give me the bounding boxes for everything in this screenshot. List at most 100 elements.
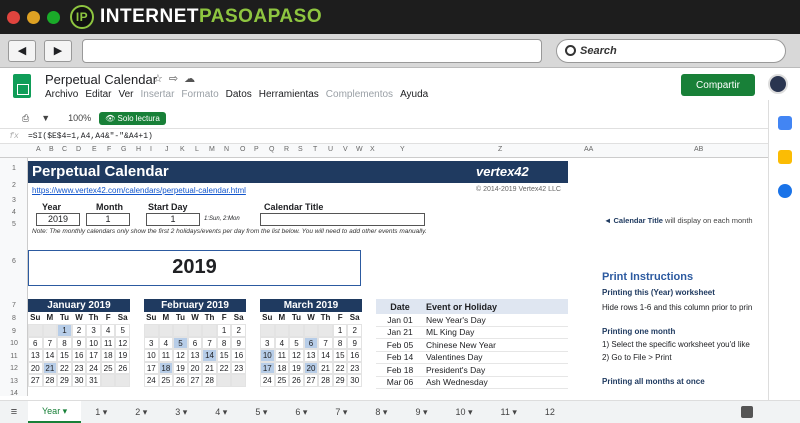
day-cell[interactable]: 12	[289, 349, 304, 362]
day-cell[interactable]	[187, 324, 203, 337]
day-cell[interactable]: 23	[231, 361, 246, 374]
day-cell[interactable]: 5	[173, 336, 188, 349]
day-cell[interactable]: 17	[144, 361, 159, 374]
day-cell[interactable]: 25	[158, 374, 174, 387]
day-cell[interactable]	[28, 324, 43, 337]
day-cell[interactable]: 27	[187, 374, 203, 387]
col-header-U[interactable]: U	[328, 146, 333, 153]
day-cell[interactable]: 23	[71, 361, 87, 374]
col-header-G[interactable]: G	[121, 146, 126, 153]
filter-icon[interactable]: ▼	[41, 113, 50, 123]
col-header-AA[interactable]: AA	[584, 146, 593, 153]
day-cell[interactable]: 30	[71, 374, 87, 387]
day-cell[interactable]: 11	[100, 336, 116, 349]
day-cell[interactable]: 21	[318, 361, 333, 374]
col-header-D[interactable]: D	[76, 146, 81, 153]
day-cell[interactable]: 16	[231, 349, 246, 362]
sheets-icon[interactable]	[13, 74, 31, 98]
day-cell[interactable]	[100, 374, 116, 387]
row-header-14[interactable]: 14	[0, 390, 28, 397]
day-cell[interactable]: 23	[347, 361, 362, 374]
day-cell[interactable]: 12	[173, 349, 188, 362]
tab-sheet[interactable]: 5 ▾	[241, 407, 281, 418]
col-header-Y[interactable]: Y	[400, 146, 405, 153]
row-header-7[interactable]: 7	[0, 302, 28, 309]
day-cell[interactable]: 5	[289, 336, 304, 349]
tab-sheet[interactable]: 1 ▾	[81, 407, 121, 418]
tab-sheet[interactable]: 8 ▾	[361, 407, 401, 418]
day-cell[interactable]: 14	[318, 349, 333, 362]
event-row[interactable]: Jan 01 New Year's Day	[376, 314, 568, 327]
title-icons[interactable]: ☆⇨☁	[153, 72, 201, 85]
zoom-select[interactable]: 100%	[68, 113, 91, 123]
day-cell[interactable]: 19	[173, 361, 188, 374]
day-cell[interactable]: 24	[260, 374, 275, 387]
caltitle-input[interactable]	[260, 213, 425, 226]
tab-sheet[interactable]: Year ▾	[28, 401, 82, 423]
day-cell[interactable]: 2	[231, 324, 246, 337]
day-cell[interactable]: 6	[187, 336, 203, 349]
col-header-Z[interactable]: Z	[498, 146, 502, 153]
day-cell[interactable]: 7	[42, 336, 58, 349]
row-header-1[interactable]: 1	[0, 165, 28, 172]
col-header-W[interactable]: W	[356, 146, 363, 153]
day-cell[interactable]: 29	[57, 374, 72, 387]
day-cell[interactable]: 6	[303, 336, 319, 349]
col-header-Q[interactable]: Q	[269, 146, 274, 153]
day-cell[interactable]: 18	[100, 349, 116, 362]
maximize-dot[interactable]	[47, 10, 60, 24]
col-header-A[interactable]: A	[36, 146, 41, 153]
col-header-V[interactable]: V	[343, 146, 348, 153]
tab-sheet[interactable]: 4 ▾	[201, 407, 241, 418]
col-header-X[interactable]: X	[370, 146, 375, 153]
row-header-6[interactable]: 6	[0, 258, 28, 265]
day-cell[interactable]: 14	[42, 349, 58, 362]
day-cell[interactable]: 22	[57, 361, 72, 374]
menu-complementos[interactable]: Complementos	[326, 89, 393, 100]
day-cell[interactable]: 7	[202, 336, 217, 349]
col-header-T[interactable]: T	[313, 146, 317, 153]
url-input[interactable]	[82, 38, 542, 63]
day-cell[interactable]	[260, 324, 275, 337]
day-cell[interactable]: 9	[347, 336, 362, 349]
day-cell[interactable]: 20	[187, 361, 203, 374]
day-cell[interactable]	[158, 324, 174, 337]
col-header-J[interactable]: J	[165, 146, 169, 153]
tab-sheet[interactable]: 9 ▾	[401, 407, 441, 418]
day-cell[interactable]: 10	[144, 349, 159, 362]
day-cell[interactable]: 21	[42, 361, 58, 374]
day-cell[interactable]: 27	[303, 374, 319, 387]
day-cell[interactable]: 16	[347, 349, 362, 362]
col-header-C[interactable]: C	[62, 146, 67, 153]
day-cell[interactable]: 3	[144, 336, 159, 349]
row-header-12[interactable]: 12	[0, 365, 28, 372]
row-header-2[interactable]: 2	[0, 182, 28, 189]
col-header-M[interactable]: M	[209, 146, 215, 153]
row-header-13[interactable]: 13	[0, 378, 28, 385]
tab-sheet[interactable]: 6 ▾	[281, 407, 321, 418]
day-cell[interactable]: 18	[158, 361, 174, 374]
day-cell[interactable]: 21	[202, 361, 217, 374]
event-row[interactable]: Mar 06 Ash Wednesday	[376, 377, 568, 389]
day-cell[interactable]: 3	[86, 324, 101, 337]
day-cell[interactable]: 14	[202, 349, 217, 362]
day-cell[interactable]: 24	[86, 361, 101, 374]
close-dot[interactable]	[7, 10, 20, 24]
day-cell[interactable]: 20	[28, 361, 43, 374]
day-cell[interactable]: 7	[318, 336, 333, 349]
event-row[interactable]: Feb 14 Valentines Day	[376, 352, 568, 364]
day-cell[interactable]: 3	[260, 336, 275, 349]
day-cell[interactable]: 29	[332, 374, 348, 387]
day-cell[interactable]: 26	[289, 374, 304, 387]
day-cell[interactable]: 1	[332, 324, 348, 337]
day-cell[interactable]	[115, 374, 130, 387]
col-header-N[interactable]: N	[224, 146, 229, 153]
day-cell[interactable]: 12	[115, 336, 130, 349]
day-cell[interactable]: 8	[332, 336, 348, 349]
row-header-11[interactable]: 11	[0, 353, 28, 360]
day-cell[interactable]	[231, 374, 246, 387]
minimize-dot[interactable]	[27, 10, 40, 24]
share-button[interactable]: Compartir	[681, 74, 755, 96]
day-cell[interactable]: 17	[260, 361, 275, 374]
day-cell[interactable]: 9	[231, 336, 246, 349]
